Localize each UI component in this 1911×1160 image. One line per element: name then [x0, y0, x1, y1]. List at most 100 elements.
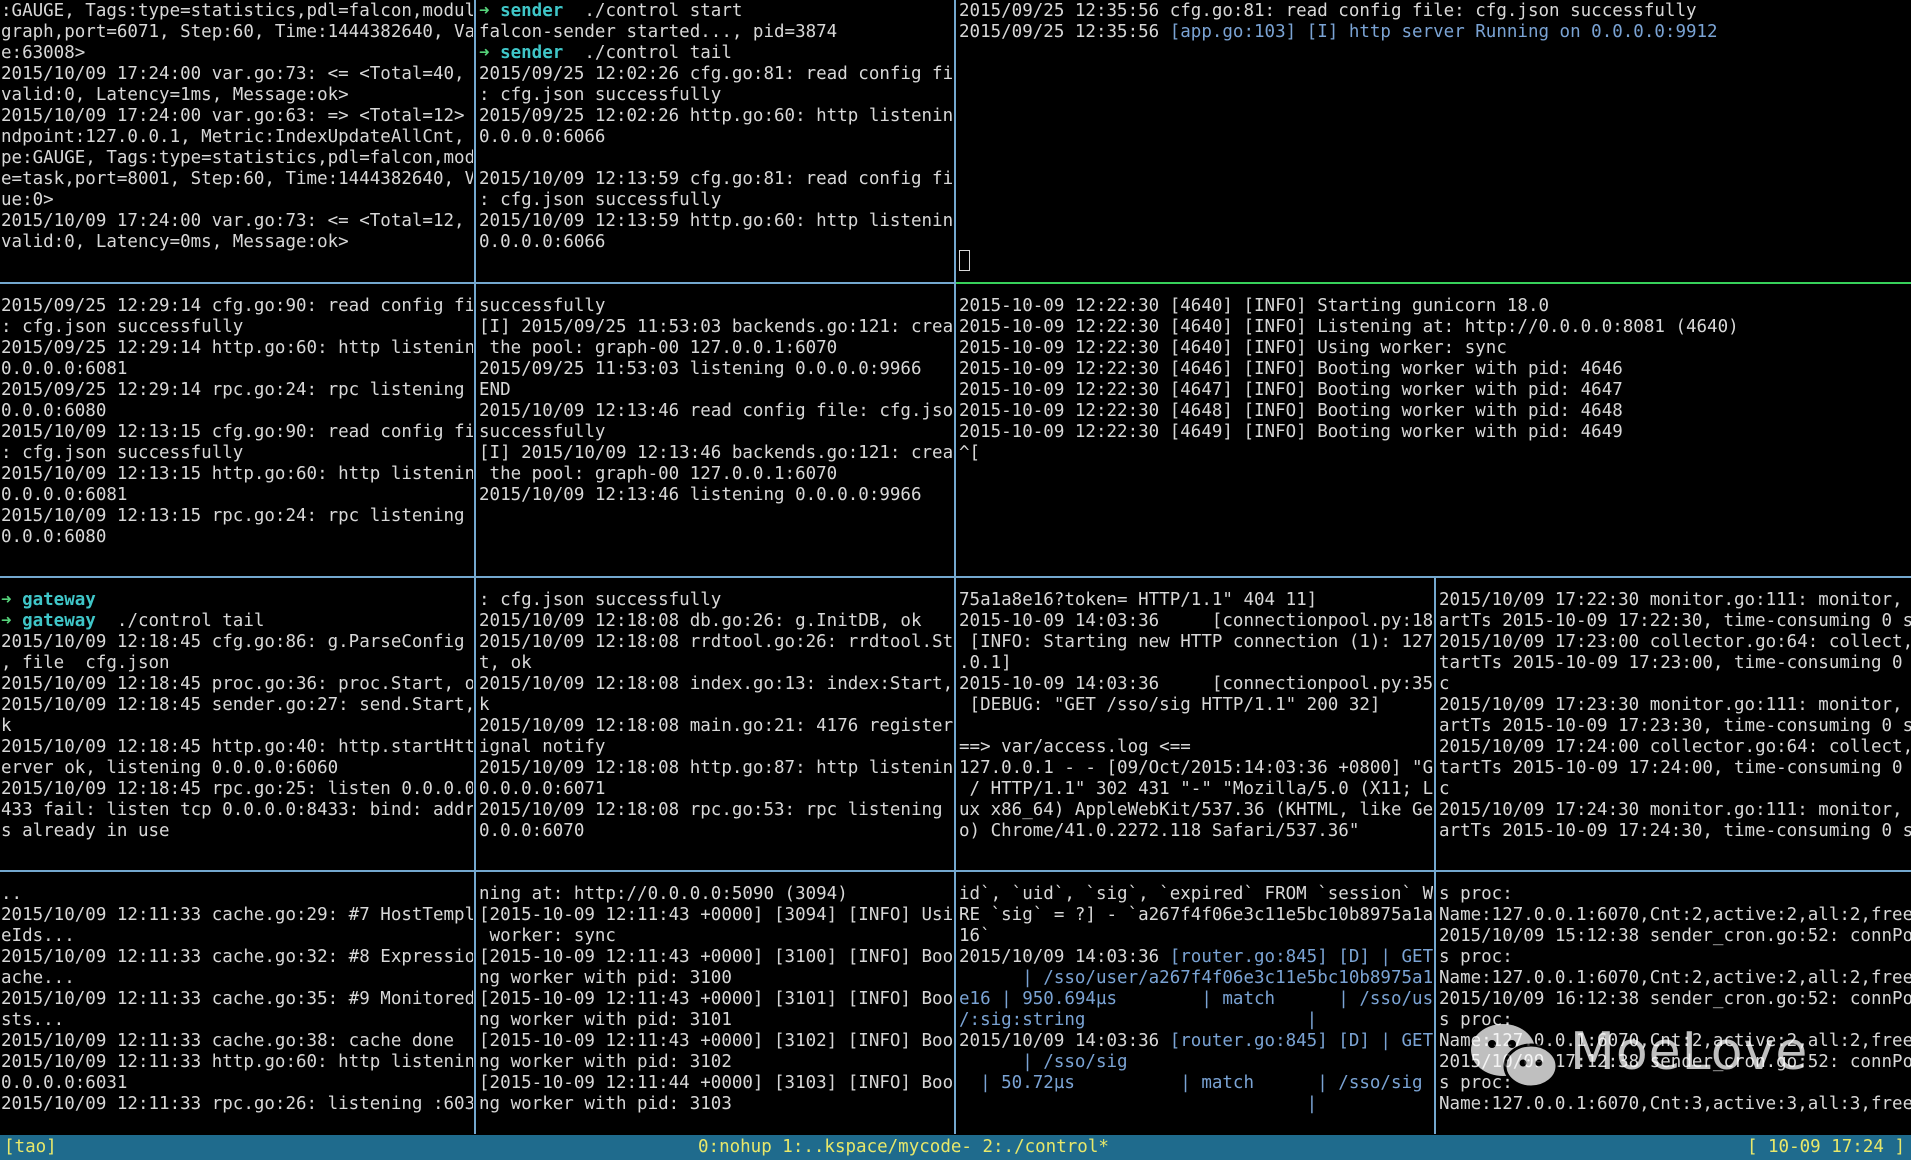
- terminal-line: 2015-10-09 12:22:30 [4640] [INFO] Listen…: [959, 317, 1911, 338]
- terminal-line: ng worker with pid: 3101: [479, 1010, 953, 1031]
- line-text: 0.0.0:6070: [479, 821, 585, 841]
- terminal-line: 0.0.0:6070: [479, 821, 953, 842]
- terminal-line: [I] 2015/10/09 12:13:46 backends.go:121:…: [479, 443, 953, 464]
- terminal-line: 0.0.0.0:6081: [1, 485, 473, 506]
- line-text: 2015-10-09 12:22:30 [4649] [INFO] Bootin…: [959, 422, 1623, 442]
- line-text: s proc:: [1439, 884, 1513, 904]
- terminal-line: 2015-10-09 14:03:36 [connectionpool.py:1…: [959, 611, 1433, 632]
- pane-divider[interactable]: [0, 576, 1911, 578]
- terminal-line: .0.1]: [959, 653, 1433, 674]
- pane-row3-col2[interactable]: : cfg.json successfully 2015/10/09 12:18:…: [478, 589, 953, 869]
- pane-row2-mid[interactable]: successfully [I] 2015/09/25 11:53:03 back…: [478, 295, 953, 575]
- line-text: ./control tail: [563, 43, 732, 63]
- line-text: ng worker with pid: 3102: [479, 1052, 732, 1072]
- pane-divider[interactable]: [1434, 576, 1436, 1134]
- line-text: 2015/10/09 17:23:00 collector.go:64: col…: [1439, 632, 1911, 652]
- terminal-line: the pool: graph-00 127.0.0.1:6070: [479, 464, 953, 485]
- terminal-line: ➜ sender ./control tail: [479, 43, 953, 64]
- active-pane-divider[interactable]: [956, 282, 1911, 284]
- line-text: : cfg.json successfully: [1, 317, 244, 337]
- terminal-line: :GAUGE, Tags:type=statistics,pdl=falcon,…: [1, 1, 473, 22]
- terminal-line: ng worker with pid: 3102: [479, 1052, 953, 1073]
- line-text: c: [1439, 674, 1450, 694]
- terminal-line: 2015/10/09 12:13:46 listening 0.0.0.0:99…: [479, 485, 953, 506]
- terminal-line: [DEBUG: "GET /sso/sig HTTP/1.1" 200 32]: [959, 695, 1433, 716]
- terminal-line: 2015/10/09 12:18:08 db.go:26: g.InitDB, …: [479, 611, 953, 632]
- line-text: ^[: [959, 443, 981, 463]
- line-text: 2015/10/09 14:03:36: [959, 947, 1170, 967]
- terminal-line: [2015-10-09 12:11:43 +0000] [3101] [INFO…: [479, 989, 953, 1010]
- terminal-output: successfully [I] 2015/09/25 11:53:03 back…: [478, 295, 953, 506]
- terminal-output: ning at: http://0.0.0.0:5090 (3094) [2015…: [478, 883, 953, 1115]
- highlighted-log-text: | /sso/sig: [959, 1052, 1128, 1072]
- terminal-line: 2015/09/25 12:29:14 cfg.go:90: read conf…: [1, 296, 473, 317]
- line-text: valid:0, Latency=1ms, Message:ok>: [1, 85, 349, 105]
- line-text: 2015-10-09 14:03:36 [connectionpool.py:1…: [959, 611, 1433, 631]
- line-text: 2015/10/09 12:13:59 cfg.go:81: read conf…: [479, 169, 953, 189]
- pane-top-right[interactable]: 2015/09/25 12:35:56 cfg.go:81: read conf…: [958, 0, 1911, 281]
- line-text: 75a1a8e16?token= HTTP/1.1" 404 11]: [959, 590, 1318, 610]
- terminal-line: 0.0.0.0:6081: [1, 359, 473, 380]
- pane-row4-col4[interactable]: s proc: Name:127.0.0.1:6070,Cnt:2,active:…: [1438, 883, 1911, 1133]
- line-text: artTs 2015-10-09 17:22:30, time-consumin…: [1439, 611, 1911, 631]
- terminal-output: :GAUGE, Tags:type=statistics,pdl=falcon,…: [0, 0, 473, 253]
- terminal-line: valid:0, Latency=1ms, Message:ok>: [1, 85, 473, 106]
- pane-divider[interactable]: [474, 0, 476, 1134]
- terminal-line: 2015/09/25 12:02:26 http.go:60: http lis…: [479, 106, 953, 127]
- pane-row4-col2[interactable]: ning at: http://0.0.0.0:5090 (3094) [2015…: [478, 883, 953, 1133]
- terminal-line: | /sso/user/a267f4f06e3c11e5bc10b8975a1a…: [959, 968, 1433, 989]
- terminal-line: 2015-10-09 12:22:30 [4646] [INFO] Bootin…: [959, 359, 1911, 380]
- terminal-line: 2015/10/09 12:18:08 rpc.go:53: rpc liste…: [479, 800, 953, 821]
- line-text: s already in use: [1, 821, 170, 841]
- terminal-line: 2015/10/09 12:11:33 http.go:60: http lis…: [1, 1052, 473, 1073]
- terminal-line: 2015-10-09 12:22:30 [4640] [INFO] Using …: [959, 338, 1911, 359]
- pane-row2-left[interactable]: 2015/09/25 12:29:14 cfg.go:90: read conf…: [0, 295, 473, 575]
- terminal-line: 2015/10/09 12:11:33 cache.go:29: #7 Host…: [1, 905, 473, 926]
- pane-row2-right[interactable]: 2015-10-09 12:22:30 [4640] [INFO] Starti…: [958, 295, 1911, 575]
- terminal-line: 2015/10/09 12:18:08 index.go:13: index:S…: [479, 674, 953, 695]
- terminal-line: 0.0.0.0:6066: [479, 127, 953, 148]
- line-text: tartTs 2015-10-09 17:23:00, time-consumi…: [1439, 653, 1911, 673]
- line-text: graph,port=6071, Step:60, Time:144438264…: [1, 22, 473, 42]
- pane-row3-col3[interactable]: 75a1a8e16?token= HTTP/1.1" 404 11] 2015-1…: [958, 589, 1433, 869]
- line-text: [2015-10-09 12:11:43 +0000] [3094] [INFO…: [479, 905, 953, 925]
- pane-top-mid[interactable]: ➜ sender ./control start falcon-sender st…: [478, 0, 953, 281]
- window-list[interactable]: 0:nohup 1:..kspace/mycode- 2:./control*: [698, 1135, 1109, 1160]
- line-text: 2015/09/25 12:29:14 cfg.go:90: read conf…: [1, 296, 473, 316]
- line-text: [2015-10-09 12:11:44 +0000] [3103] [INFO…: [479, 1073, 953, 1093]
- terminal-line: sts...: [1, 1010, 473, 1031]
- terminal-line: 0.0.0.0:6066: [479, 232, 953, 253]
- pane-divider[interactable]: [0, 282, 954, 284]
- line-text: [DEBUG: "GET /sso/sig HTTP/1.1" 200 32]: [959, 695, 1381, 715]
- terminal-line: 2015/10/09 12:13:46 read config file: cf…: [479, 401, 953, 422]
- prompt-directory: sender: [500, 43, 564, 63]
- pane-row3-col1[interactable]: ➜ gateway ➜ gateway ./control tail 2015/10…: [0, 589, 473, 869]
- terminal-line: | 50.72µs | match | /sso/sig: [959, 1073, 1433, 1094]
- terminal-line: successfully: [479, 422, 953, 443]
- pane-row4-col3[interactable]: id`, `uid`, `sig`, `expired` FROM `sessi…: [958, 883, 1433, 1133]
- session-label[interactable]: [tao]: [4, 1135, 57, 1160]
- pane-divider[interactable]: [0, 870, 1911, 872]
- line-text: 2015/10/09 12:18:08 main.go:21: 4176 reg…: [479, 716, 953, 736]
- line-text: ux x86_64) AppleWebKit/537.36 (KHTML, li…: [959, 800, 1433, 820]
- line-text: c: [1439, 779, 1450, 799]
- terminal-line: [2015-10-09 12:11:44 +0000] [3103] [INFO…: [479, 1073, 953, 1094]
- line-text: 2015/09/25 12:02:26 http.go:60: http lis…: [479, 106, 953, 126]
- line-text: 0.0.0.0:6081: [1, 485, 128, 505]
- line-text: 2015-10-09 12:22:30 [4647] [INFO] Bootin…: [959, 380, 1623, 400]
- line-text: k: [1, 716, 12, 736]
- prompt-directory: sender: [500, 1, 564, 21]
- terminal-line: tartTs 2015-10-09 17:23:00, time-consumi…: [1439, 653, 1911, 674]
- line-text: ning at: http://0.0.0.0:5090 (3094): [479, 884, 848, 904]
- pane-top-left[interactable]: :GAUGE, Tags:type=statistics,pdl=falcon,…: [0, 0, 473, 281]
- line-text: erver ok, listening 0.0.0.0:6060: [1, 758, 339, 778]
- line-text: ache...: [1, 968, 75, 988]
- highlighted-log-text: [app.go:103] [I] http server Running on …: [1169, 22, 1718, 42]
- terminal-line: 2015/10/09 17:24:30 monitor.go:111: moni…: [1439, 800, 1911, 821]
- pane-row3-col4[interactable]: 2015/10/09 17:22:30 monitor.go:111: moni…: [1438, 589, 1911, 869]
- pane-row4-col1[interactable]: .. 2015/10/09 12:11:33 cache.go:29: #7 Ho…: [0, 883, 473, 1133]
- prompt-arrow-icon: ➜: [1, 611, 23, 631]
- terminal-line: s proc:: [1439, 947, 1911, 968]
- pane-divider[interactable]: [954, 0, 956, 1134]
- terminal-line: id`, `uid`, `sig`, `expired` FROM `sessi…: [959, 884, 1433, 905]
